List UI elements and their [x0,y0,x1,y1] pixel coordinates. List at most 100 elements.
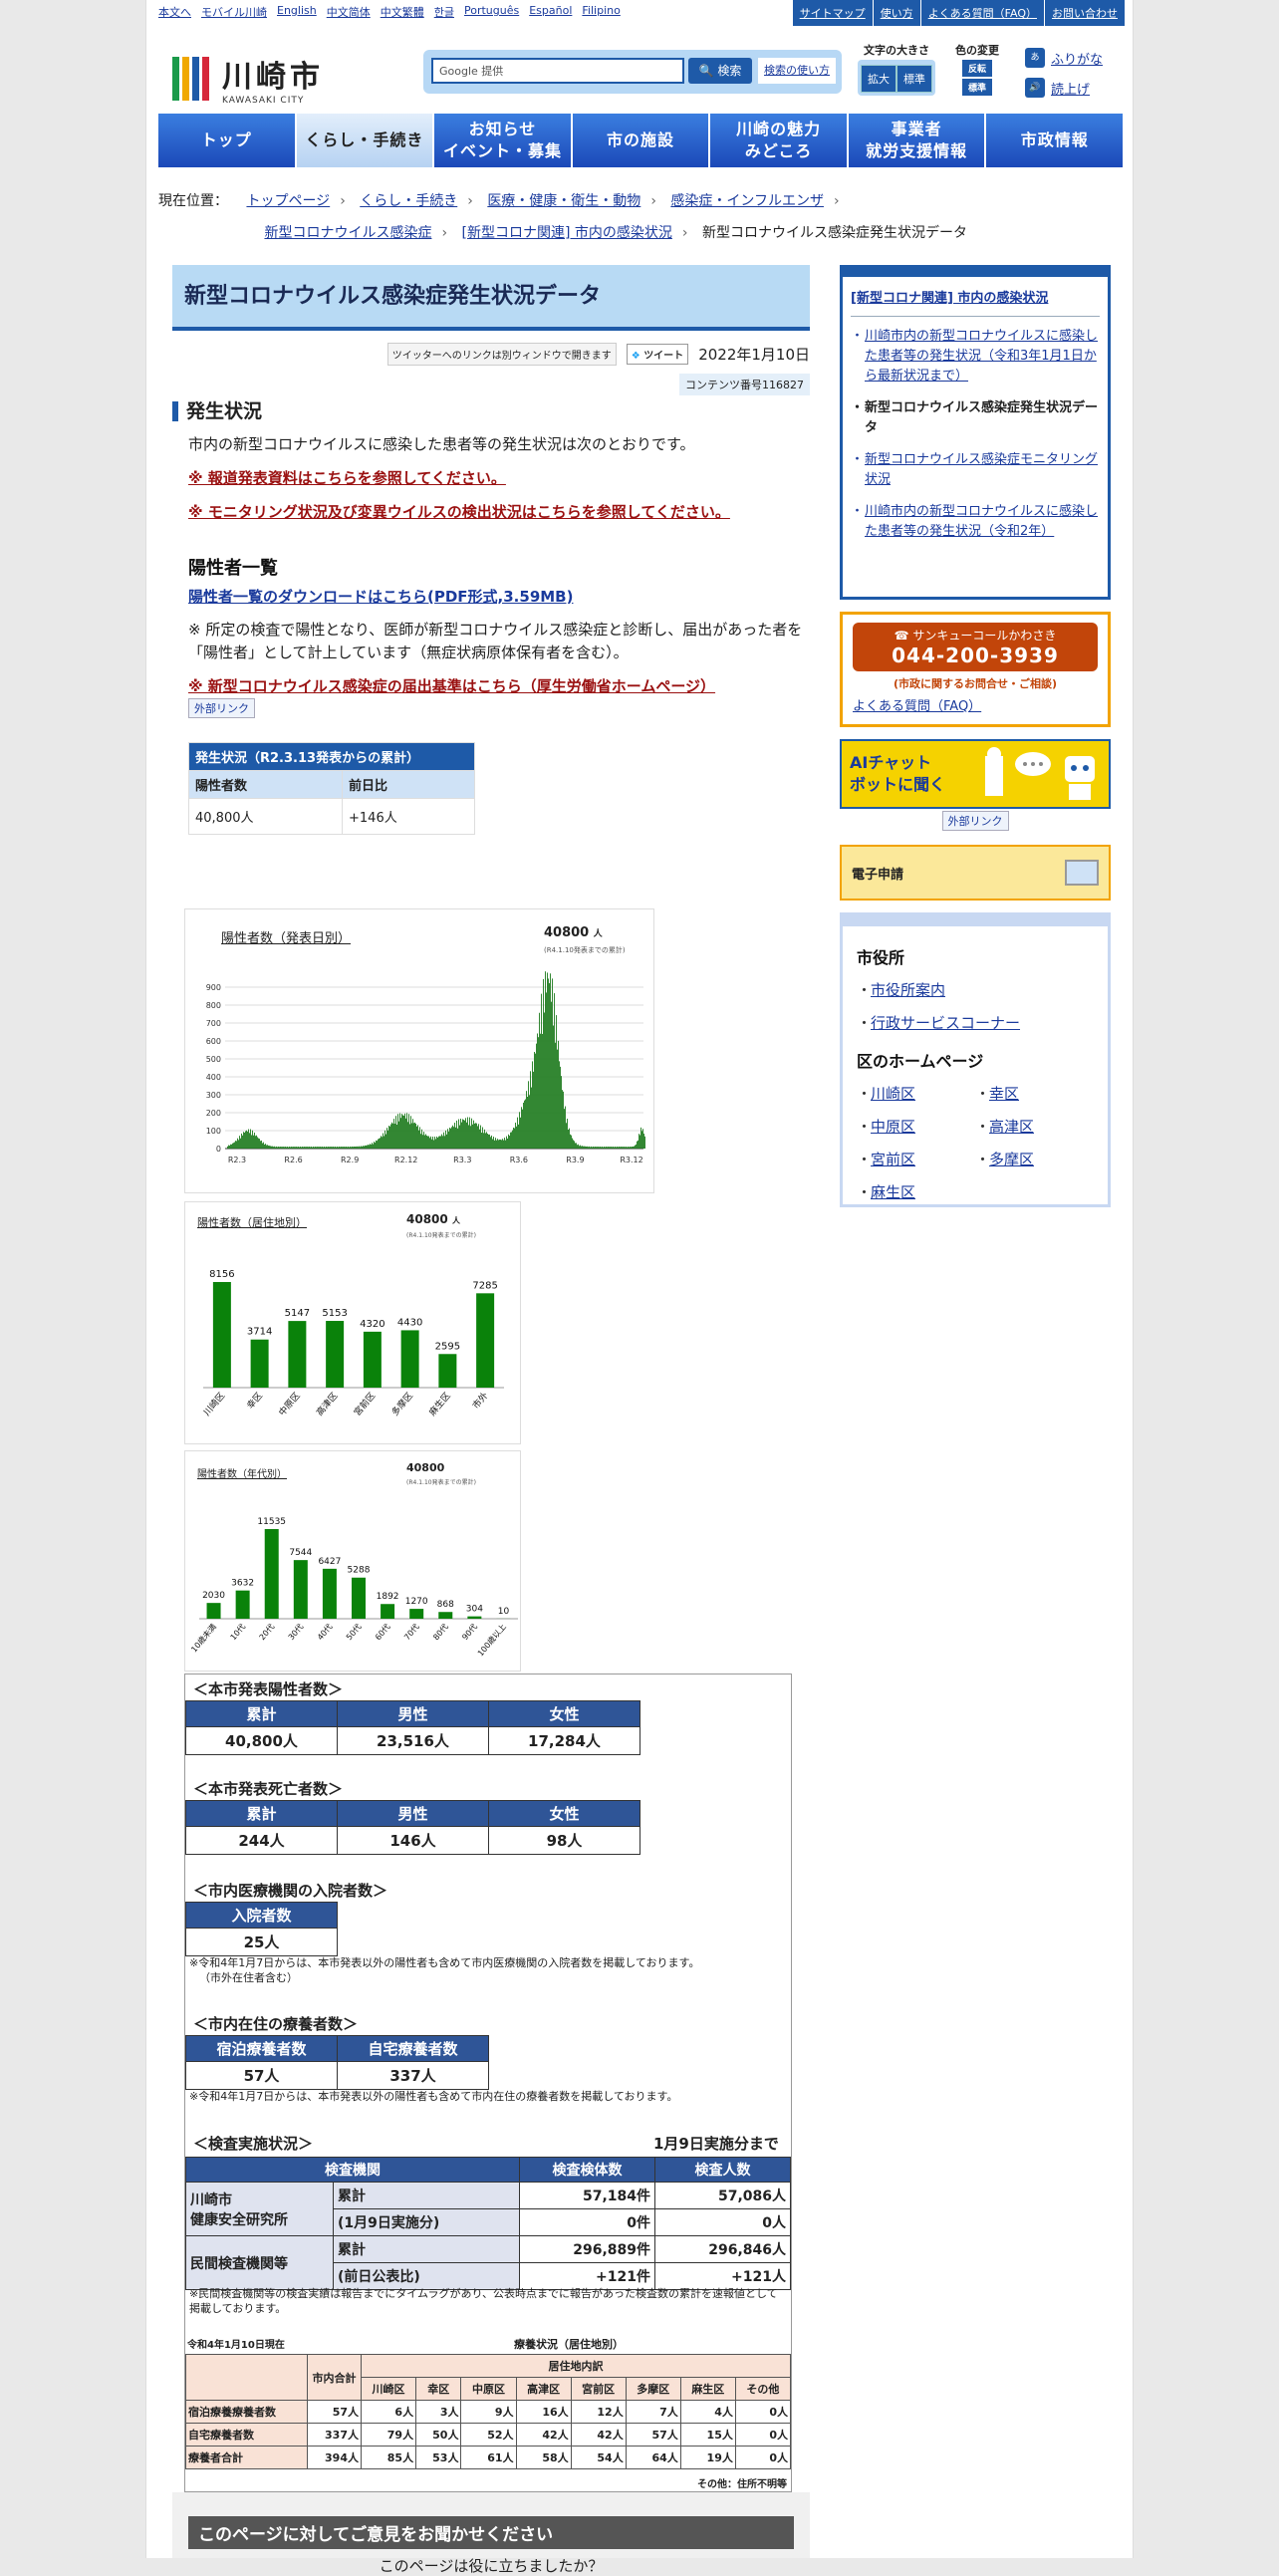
breadcrumb-item[interactable]: トップページ [246,193,330,209]
cityhall-link[interactable]: 市役所案内 [857,974,1094,1007]
ward-link[interactable]: 多摩区 [975,1144,1094,1176]
read-aloud-button[interactable]: 🔊読上げ [1025,78,1103,98]
nav-business[interactable]: 事業者 就労支援情報 [849,114,985,167]
daily-bar [289,1147,290,1149]
nav-city-gov[interactable]: 市政情報 [986,114,1123,167]
breadcrumb-item[interactable]: 新型コロナウイルス感染症 [264,225,431,241]
lang-zh-tw-link[interactable]: 中文繁體 [381,4,424,20]
color-reverse-button[interactable]: 反転 [962,60,992,77]
daily-bar [605,1147,606,1149]
daily-bar [634,1147,635,1149]
daily-bar [621,1147,622,1149]
daily-bar [398,1122,399,1149]
daily-bar [416,1127,417,1149]
y-tick-label: 700 [206,1019,221,1028]
call-center-note: (市政に関するお問合せ・ご相談) [853,675,1098,691]
positive-list-download-link[interactable]: 陽性者一覧のダウンロードはこちら(PDF形式,3.59MB) [188,586,810,607]
contact-link[interactable]: お問い合わせ [1044,0,1125,26]
daily-bar [537,1033,538,1149]
cityhall-link[interactable]: 行政サービスコーナー [857,1007,1094,1040]
related-item[interactable]: 川崎市内の新型コロナウイルスに感染した患者等の発生状況（令和2年） [851,502,1100,542]
ward-link[interactable]: 高津区 [975,1111,1094,1144]
daily-bar [443,1133,444,1149]
city-cell: 85人 [362,2447,416,2469]
daily-bar [234,1143,235,1149]
daily-bar [325,1148,326,1149]
daily-bar [323,1148,324,1149]
e-application-banner[interactable]: 電子申請 [840,845,1111,901]
daily-bar [397,1114,398,1149]
daily-bar [429,1138,430,1149]
city-cell: 7人 [626,2401,680,2424]
data-label: 868 [437,1600,454,1610]
breadcrumb: 現在位置： トップページ› くらし・手続き› 医療・健康・衛生・動物› 感染症・… [158,185,1115,249]
call-center-banner[interactable]: ☎ サンキューコールかわさき 044-200-3939 [853,623,1098,671]
daily-bar [530,1071,531,1149]
related-heading[interactable]: [新型コロナ関連] 市内の感染状況 [851,287,1100,317]
ward-link[interactable]: 中原区 [857,1111,975,1144]
faq-link[interactable]: よくある質問（FAQ） [920,0,1044,26]
skip-to-content-link[interactable]: 本文へ [158,4,191,20]
nav-news[interactable]: お知らせ イベント・募集 [434,114,571,167]
x-tick-label: 宮前区 [352,1390,379,1417]
daily-bar [463,1120,464,1149]
daily-bar [574,1141,575,1149]
monitoring-link[interactable]: ※ モニタリング状況及び変異ウイルスの検出状況はこちらを参照してください。 [188,500,810,524]
howto-link[interactable]: 使い方 [873,0,920,26]
nav-attractions[interactable]: 川崎の魅力 みどころ [710,114,847,167]
search-help-link[interactable]: 検索の使い方 [758,58,836,84]
daily-bar [300,1147,301,1149]
lang-pt-link[interactable]: Português [464,4,519,20]
breadcrumb-item[interactable]: 医療・健康・衛生・動物 [487,193,640,209]
lang-fil-link[interactable]: Filipino [582,4,620,20]
ward-link[interactable]: 幸区 [975,1078,1094,1111]
daily-bar [571,1136,572,1149]
lang-english-link[interactable]: English [277,4,317,20]
search-input[interactable]: Google 提供 [431,58,684,84]
daily-bar [517,1118,518,1149]
font-enlarge-button[interactable]: 拡大 [861,65,896,93]
bar [265,1529,279,1619]
related-item[interactable]: 川崎市内の新型コロナウイルスに感染した患者等の発生状況（令和3年1月1日から最新… [851,327,1100,386]
nav-top[interactable]: トップ [158,114,295,167]
daily-bar [409,1124,410,1149]
nav-life[interactable]: くらし・手続き [297,114,433,167]
breadcrumb-item[interactable]: [新型コロナ関連] 市内の感染状況 [462,225,672,241]
criteria-link[interactable]: ※ 新型コロナウイルス感染症の届出基準はこちら（厚生労働省ホームページ） [188,674,810,698]
mobile-link[interactable]: モバイル川崎 [201,4,267,20]
color-standard-button[interactable]: 標準 [962,79,992,96]
daily-bar [630,1147,631,1149]
ward-link[interactable]: 麻生区 [857,1176,975,1209]
daily-bar [411,1123,412,1149]
care-table: 宿泊療養者数自宅療養者数 57人337人 [185,2035,489,2090]
daily-bar [482,1128,483,1149]
tweet-button[interactable]: ❖ ツイート [627,344,688,365]
global-nav: トップ くらし・手続き お知らせ イベント・募集 市の施設 川崎の魅力 みどころ… [158,114,1123,167]
lang-zh-cn-link[interactable]: 中文简体 [327,4,371,20]
site-logo[interactable]: 川崎市 KAWASAKI CITY [172,52,324,106]
daily-bar [599,1147,600,1149]
furigana-button[interactable]: あふりがな [1025,48,1103,68]
font-standard-button[interactable]: 標準 [896,65,932,93]
daily-bar [493,1137,494,1149]
sitemap-link[interactable]: サイトマップ [792,0,873,26]
ai-chatbot-banner[interactable]: AIチャット ボットに聞く [840,739,1111,809]
nav-facilities[interactable]: 市の施設 [573,114,709,167]
side-faq-link[interactable]: よくある質問（FAQ） [853,695,1098,714]
daily-bar [608,1147,609,1149]
press-release-link[interactable]: ※ 報道発表資料はこちらを参照してください。 [188,466,810,490]
breadcrumb-item[interactable]: くらし・手続き [360,193,457,209]
ward-link[interactable]: 宮前区 [857,1144,975,1176]
search-button[interactable]: 🔍 検索 [688,58,752,84]
daily-bar [373,1145,374,1149]
status-intro: 市内の新型コロナウイルスに感染した患者等の発生状況は次のとおりです。 [188,433,810,456]
breadcrumb-item[interactable]: 感染症・インフルエンザ [670,193,824,209]
ward-link[interactable]: 川崎区 [857,1078,975,1111]
x-tick-label: 川崎区 [201,1390,228,1417]
daily-bar [333,1147,334,1149]
lang-es-link[interactable]: Español [529,4,572,20]
city-row-label: 宿泊療養療養者数 [186,2401,308,2424]
lang-ko-link[interactable]: 한글 [434,4,454,20]
daily-bar [310,1147,311,1149]
related-item[interactable]: 新型コロナウイルス感染症モニタリング状況 [851,450,1100,490]
